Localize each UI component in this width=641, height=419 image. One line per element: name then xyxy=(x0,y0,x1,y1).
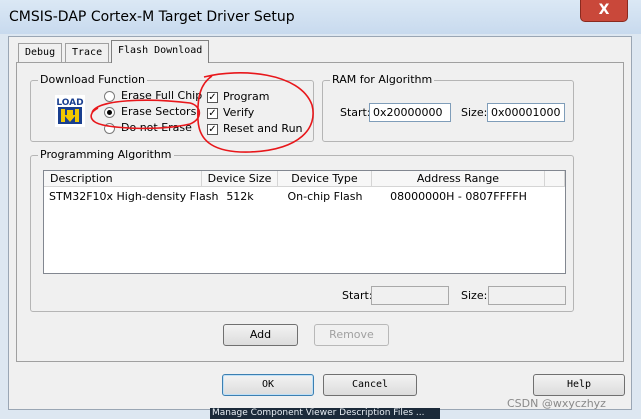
taskbar-fragment: Manage Component Viewer Description File… xyxy=(210,408,440,419)
red-circle-erase-sectors xyxy=(90,99,201,130)
watermark: CSDN @wxyczhyz xyxy=(507,397,606,410)
tab-flash-download[interactable]: Flash Download xyxy=(111,40,210,63)
red-annotation-layer xyxy=(90,72,314,153)
red-circle-options xyxy=(197,72,314,153)
